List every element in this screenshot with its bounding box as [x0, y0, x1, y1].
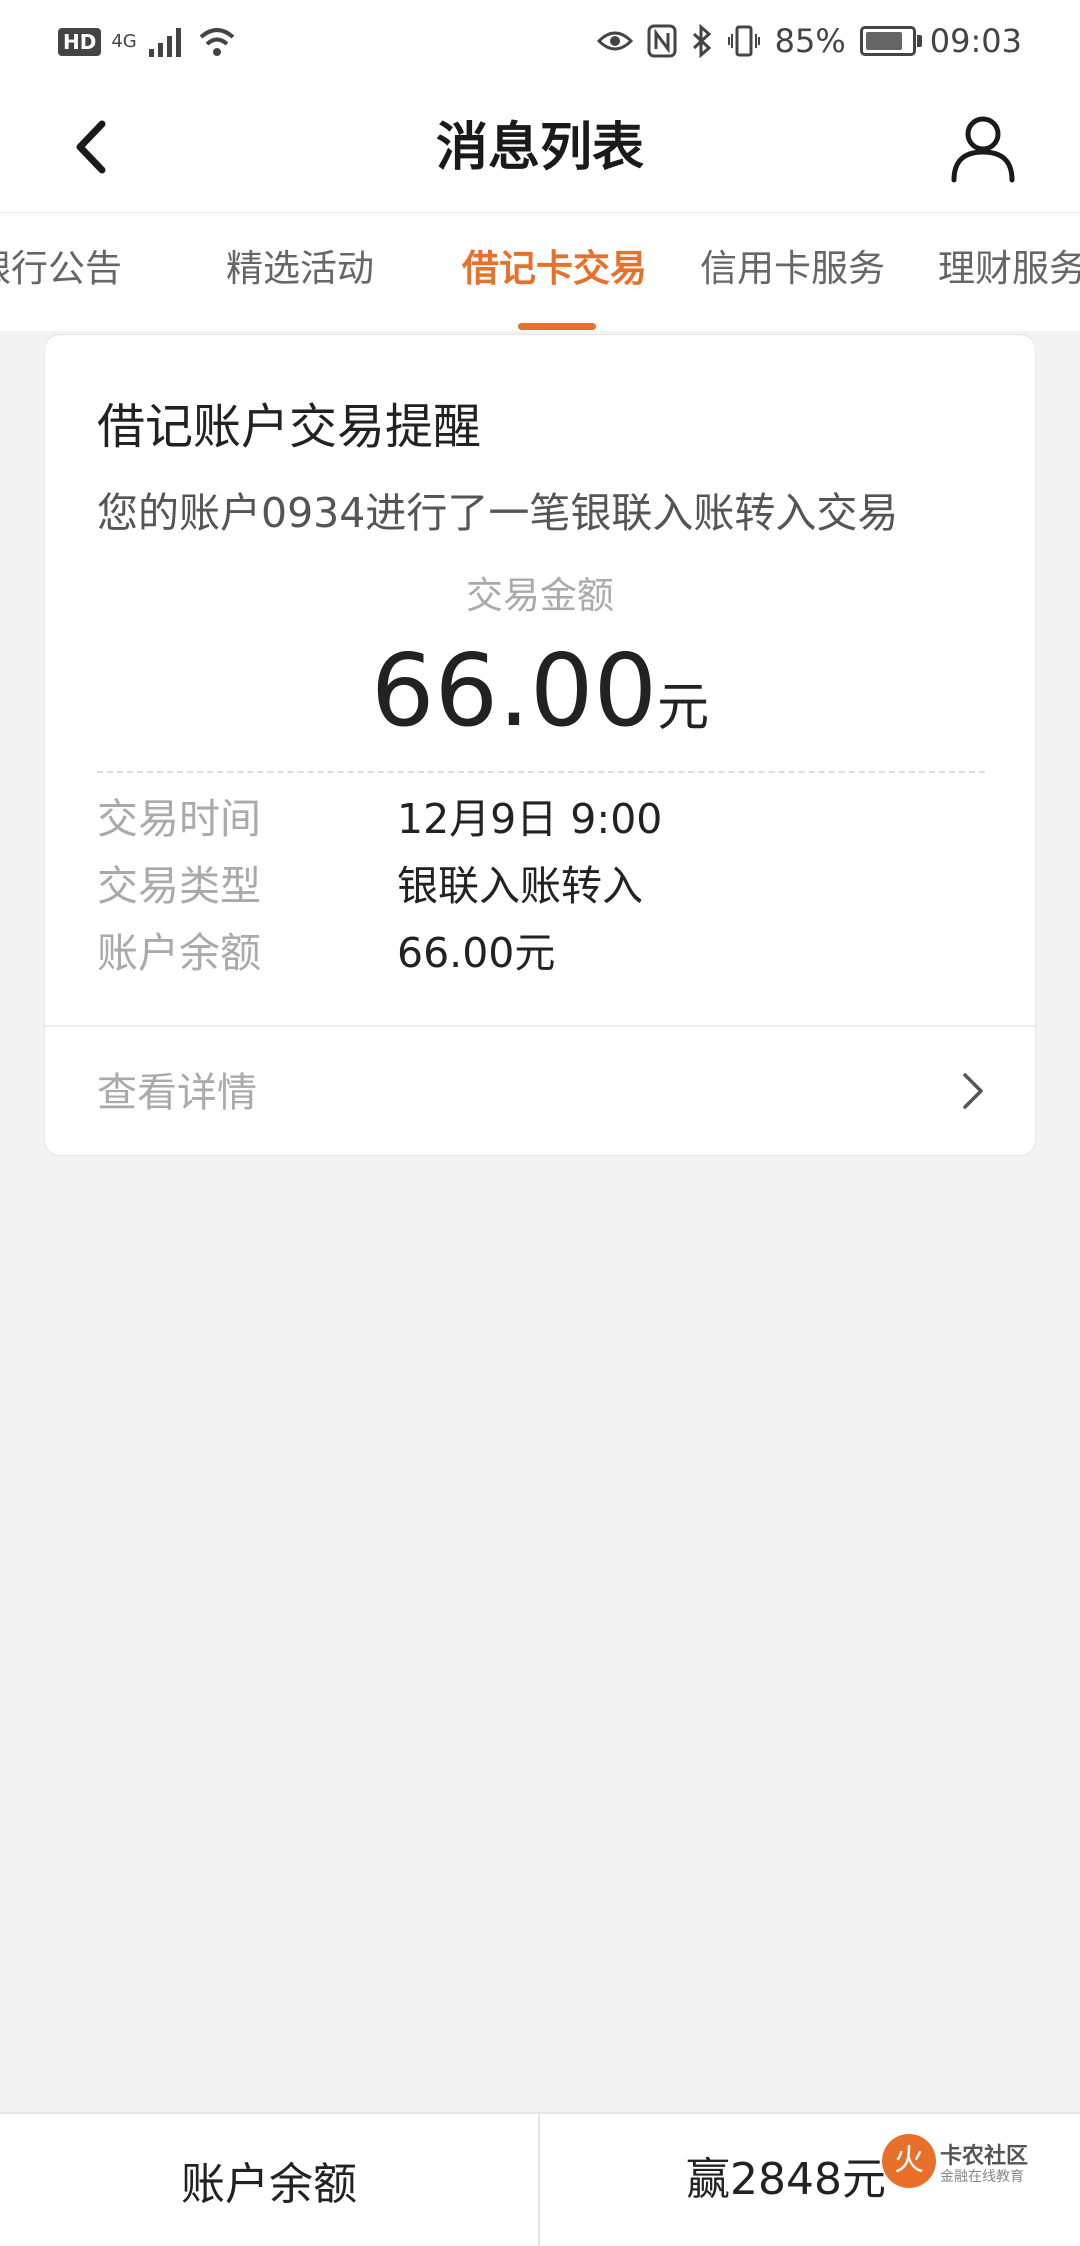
promo-button[interactable]: 赢2848元 火 卡农社区 金融在线教育 — [540, 2114, 1080, 2246]
detail-label: 交易时间 — [97, 795, 261, 843]
tab-indicator — [518, 323, 596, 330]
promo-label: 赢2848元 — [686, 2154, 886, 2205]
message-card[interactable]: 借记账户交易提醒 您的账户0934进行了一笔银联入账转入交易 交易金额 66.0… — [44, 334, 1036, 1156]
tab-featured-events[interactable]: 精选活动 — [226, 243, 374, 295]
watermark-logo: 火 卡农社区 金融在线教育 — [882, 2126, 1052, 2206]
status-left: HD 4G — [58, 20, 237, 64]
amount-label: 交易金额 — [466, 574, 614, 617]
chevron-right-icon — [963, 1073, 983, 1109]
network-type: 4G — [111, 31, 137, 52]
category-tabs: 银行公告 精选活动 借记卡交易 信用卡服务 理财服务 — [0, 212, 1080, 331]
tab-debit-card-transactions[interactable]: 借记卡交易 — [462, 243, 647, 295]
tab-bank-announcements[interactable]: 银行公告 — [0, 243, 122, 295]
battery-fill — [865, 32, 902, 50]
page-title: 消息列表 — [435, 118, 644, 178]
detail-value: 银联入账转入 — [397, 862, 643, 910]
user-icon — [951, 116, 1015, 183]
battery-icon — [859, 26, 922, 56]
user-button[interactable] — [946, 110, 1020, 184]
eye-icon — [596, 31, 633, 51]
detail-label: 账户余额 — [97, 929, 261, 977]
view-details-label: 查看详情 — [97, 1070, 257, 1116]
amount-unit: 元 — [657, 678, 710, 738]
message-description: 您的账户0934进行了一笔银联入账转入交易 — [97, 489, 899, 537]
status-right: 85% 09:03 — [596, 18, 1022, 64]
nfc-icon — [647, 24, 677, 58]
signal-icon — [148, 28, 181, 57]
tab-credit-card-services[interactable]: 信用卡服务 — [700, 243, 885, 295]
status-bar: HD 4G 85% 09:03 — [0, 0, 1080, 82]
view-details-link[interactable]: 查看详情 — [45, 1027, 1035, 1155]
clock: 09:03 — [929, 22, 1022, 60]
vibrate-icon — [727, 25, 760, 57]
detail-value: 66.00元 — [397, 929, 556, 977]
dashed-divider — [97, 771, 985, 773]
wifi-icon — [199, 28, 235, 56]
message-title: 借记账户交易提醒 — [97, 399, 482, 455]
tab-wealth-services[interactable]: 理财服务 — [938, 243, 1080, 295]
amount-value: 66.00 — [370, 632, 658, 749]
bottom-bar: 账户余额 赢2848元 火 卡农社区 金融在线教育 — [0, 2112, 1080, 2246]
bluetooth-icon — [692, 24, 711, 58]
header: 消息列表 — [0, 82, 1080, 212]
fire-icon: 火 — [882, 2134, 936, 2188]
amount-row: 66.00元 — [45, 631, 1035, 780]
watermark-subtitle: 金融在线教育 — [940, 2169, 1024, 2185]
detail-label: 交易类型 — [97, 862, 261, 910]
battery-percent: 85% — [774, 22, 846, 60]
hd-badge: HD — [58, 28, 102, 56]
detail-value: 12月9日 9:00 — [397, 795, 663, 843]
account-balance-button[interactable]: 账户余额 — [0, 2114, 538, 2246]
